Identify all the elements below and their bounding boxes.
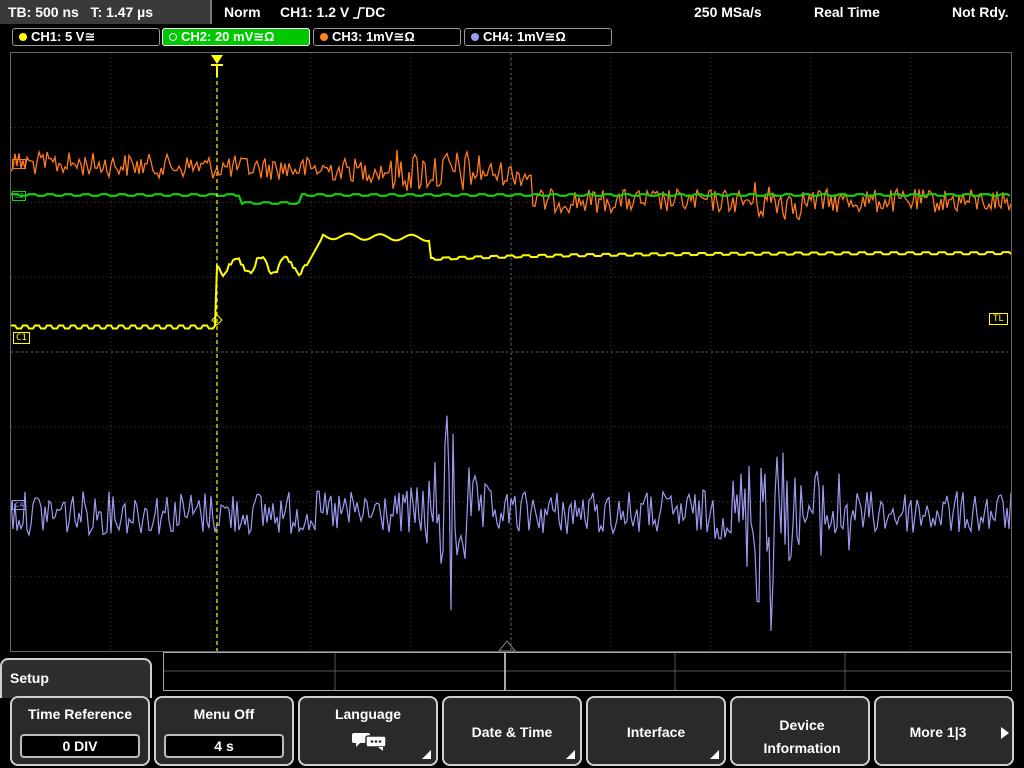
record-overview-grid <box>164 653 1011 690</box>
channel-tab-ch2[interactable]: CH2: 20 mV≅Ω <box>162 28 310 46</box>
status-bar: TB: 500 ns T: 1.47 µs Norm CH1: 1.2 V DC… <box>0 0 1024 26</box>
ch3-label: CH3: 1mV <box>332 29 394 44</box>
menu-title: Setup <box>0 658 152 698</box>
trigger-state: Not Rdy. <box>952 4 1009 20</box>
date-time-button[interactable]: Date & Time <box>442 696 582 766</box>
trigger-coupling: DC <box>365 4 386 20</box>
menu-off-value: 4 s <box>164 734 284 758</box>
graticule <box>11 53 1011 651</box>
ch3-color-icon <box>320 32 328 41</box>
ch3-coupling: ≅Ω <box>393 29 415 44</box>
time-reference-button[interactable]: Time Reference 0 DIV <box>10 696 150 766</box>
language-label: Language <box>334 706 402 722</box>
arrow-right-icon <box>1001 727 1009 739</box>
sample-rate: 250 MSa/s <box>694 4 762 20</box>
ch1-label: CH1: 5 V <box>31 29 85 44</box>
menu-off-button[interactable]: Menu Off 4 s <box>154 696 294 766</box>
trigger-mode[interactable]: Norm <box>224 4 261 20</box>
channel-tab-ch3[interactable]: CH3: 1mV≅Ω <box>313 28 461 46</box>
ch4-label: CH4: 1mV <box>483 29 545 44</box>
waveform-canvas <box>10 53 1012 652</box>
time-reference-label: Time Reference <box>27 706 132 722</box>
more-label: More 1|3 <box>909 724 967 740</box>
ch4-coupling: ≅Ω <box>544 29 566 44</box>
waveform-display[interactable]: C1 TL C2 C3 C4 <box>10 52 1012 652</box>
submenu-indicator-icon <box>422 750 431 759</box>
timebase-box[interactable]: TB: 500 ns T: 1.47 µs <box>0 0 212 24</box>
time-reference-icon <box>497 640 517 652</box>
interface-label: Interface <box>626 724 686 740</box>
channel-tab-ch1[interactable]: CH1: 5 V≅ <box>12 28 160 46</box>
ch1-color-icon <box>19 32 27 41</box>
ch2-label: CH2: 20 mV <box>181 29 254 44</box>
trigger-level-marker[interactable]: TL <box>989 313 1008 325</box>
date-time-label: Date & Time <box>471 724 553 740</box>
ch2-coupling: ≅Ω <box>253 29 275 44</box>
ch4-color-icon <box>471 32 479 41</box>
interface-button[interactable]: Interface <box>586 696 726 766</box>
acquisition-mode: Real Time <box>814 4 880 20</box>
submenu-indicator-icon <box>710 750 719 759</box>
language-button[interactable]: Language <box>298 696 438 766</box>
submenu-indicator-icon <box>566 750 575 759</box>
trigger-info[interactable]: CH1: 1.2 V DC <box>280 4 385 20</box>
ch1-ground-marker[interactable]: C1 <box>13 332 30 344</box>
ch2-ground-marker[interactable]: C2 <box>12 191 27 201</box>
ch3-ground-marker[interactable]: C3 <box>12 159 27 169</box>
record-overview[interactable] <box>163 652 1012 691</box>
timebase: TB: 500 ns <box>8 4 79 20</box>
ch1-coupling: ≅ <box>84 29 96 44</box>
rising-edge-icon <box>353 7 366 20</box>
device-information-label: Device Information <box>763 717 841 756</box>
ch4-ground-marker[interactable]: C4 <box>12 500 27 510</box>
device-information-button[interactable]: Device Information <box>730 696 870 766</box>
speech-bubbles-icon <box>352 733 387 751</box>
trigger-position-icon[interactable] <box>211 55 223 77</box>
time-offset: T: 1.47 µs <box>90 4 154 20</box>
menu-off-label: Menu Off <box>193 706 255 722</box>
ch2-color-icon <box>169 32 177 41</box>
trigger-source-level: CH1: 1.2 V <box>280 4 350 20</box>
channel-tab-ch4[interactable]: CH4: 1mV≅Ω <box>464 28 612 46</box>
more-button[interactable]: More 1|3 <box>874 696 1014 766</box>
time-reference-value: 0 DIV <box>20 734 140 758</box>
